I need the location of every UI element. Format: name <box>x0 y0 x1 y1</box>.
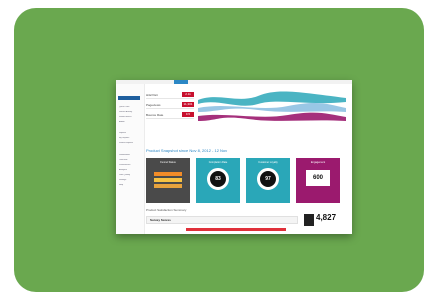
user-icon <box>304 214 314 226</box>
tile-loyalty[interactable]: Customer Loyalty 97 <box>246 158 290 203</box>
funnel-bar <box>154 178 182 182</box>
sidebar-item[interactable]: Saved Search <box>119 116 139 119</box>
metric-row: Pageviews 11,301 <box>146 102 194 109</box>
footer-title: Product Satisfaction Summary <box>146 208 187 212</box>
metric-value: 9.5 <box>182 112 194 117</box>
engagement-value: 600 <box>312 175 323 181</box>
donut-value: 83 <box>215 176 221 182</box>
sidebar-item[interactable]: Dashboards <box>119 154 139 157</box>
sidebar-item[interactable]: Settings <box>119 179 139 182</box>
tile-title: Completion Rate <box>208 161 228 164</box>
tile-title: Engagement <box>310 161 326 164</box>
sidebar-item[interactable]: Recent Activity <box>119 111 139 114</box>
funnel-bar <box>154 172 182 176</box>
section-title: Product Snapshot since Nov 8, 2012 - 12 … <box>146 148 228 153</box>
value-box: 600 <box>306 170 330 186</box>
tile-funnel[interactable]: Funnel Status <box>146 158 190 203</box>
donut-chart: 83 <box>207 168 229 190</box>
sidebar-header <box>118 96 140 100</box>
sidebar-item[interactable]: Admin <box>119 121 139 124</box>
table-header: Survey Scores <box>146 216 298 224</box>
table-title: Survey Scores <box>150 218 171 222</box>
metric-label: Hits/Visit <box>146 93 158 97</box>
tile-completion[interactable]: Completion Rate 83 <box>196 158 240 203</box>
metric-value: 11,301 <box>182 102 194 107</box>
tile-engagement[interactable]: Engagement 600 <box>296 158 340 203</box>
total-count: 4,827 <box>316 213 337 222</box>
sidebar-item[interactable]: Reports <box>119 132 139 135</box>
sidebar: Quick Links Recent Activity Saved Search… <box>116 84 145 234</box>
donut-chart: 97 <box>257 168 279 190</box>
sidebar-item[interactable]: Analytics <box>119 169 139 172</box>
sidebar-item[interactable]: Performance <box>119 164 139 167</box>
donut-value: 97 <box>265 176 271 182</box>
dashboard-screenshot: Quick Links Recent Activity Saved Search… <box>116 80 352 234</box>
sidebar-item[interactable]: My Reports <box>119 137 139 140</box>
sidebar-item[interactable]: Data Quality <box>119 174 139 177</box>
sidebar-item[interactable]: Quick Links <box>119 106 139 109</box>
metric-label: Bounce Rate <box>146 113 164 117</box>
metric-row: Bounce Rate 9.5 <box>146 112 194 119</box>
tile-title: Funnel Status <box>160 161 176 164</box>
sidebar-item[interactable]: Shared Reports <box>119 142 139 145</box>
tile-title: Customer Loyalty <box>258 161 278 164</box>
sidebar-item[interactable]: Help <box>119 184 139 187</box>
metric-value: 2.11 <box>182 92 194 97</box>
score-bar <box>186 228 286 231</box>
trend-chart <box>198 91 346 121</box>
top-bar <box>116 80 352 84</box>
main-content: Hits/Visit 2.11 Pageviews 11,301 Bounce … <box>146 90 350 234</box>
active-tab[interactable] <box>174 80 188 84</box>
sidebar-item[interactable]: Overview <box>119 159 139 162</box>
metric-row: Hits/Visit 2.11 <box>146 92 194 99</box>
metric-label: Pageviews <box>146 103 161 107</box>
funnel-bar <box>154 184 182 188</box>
